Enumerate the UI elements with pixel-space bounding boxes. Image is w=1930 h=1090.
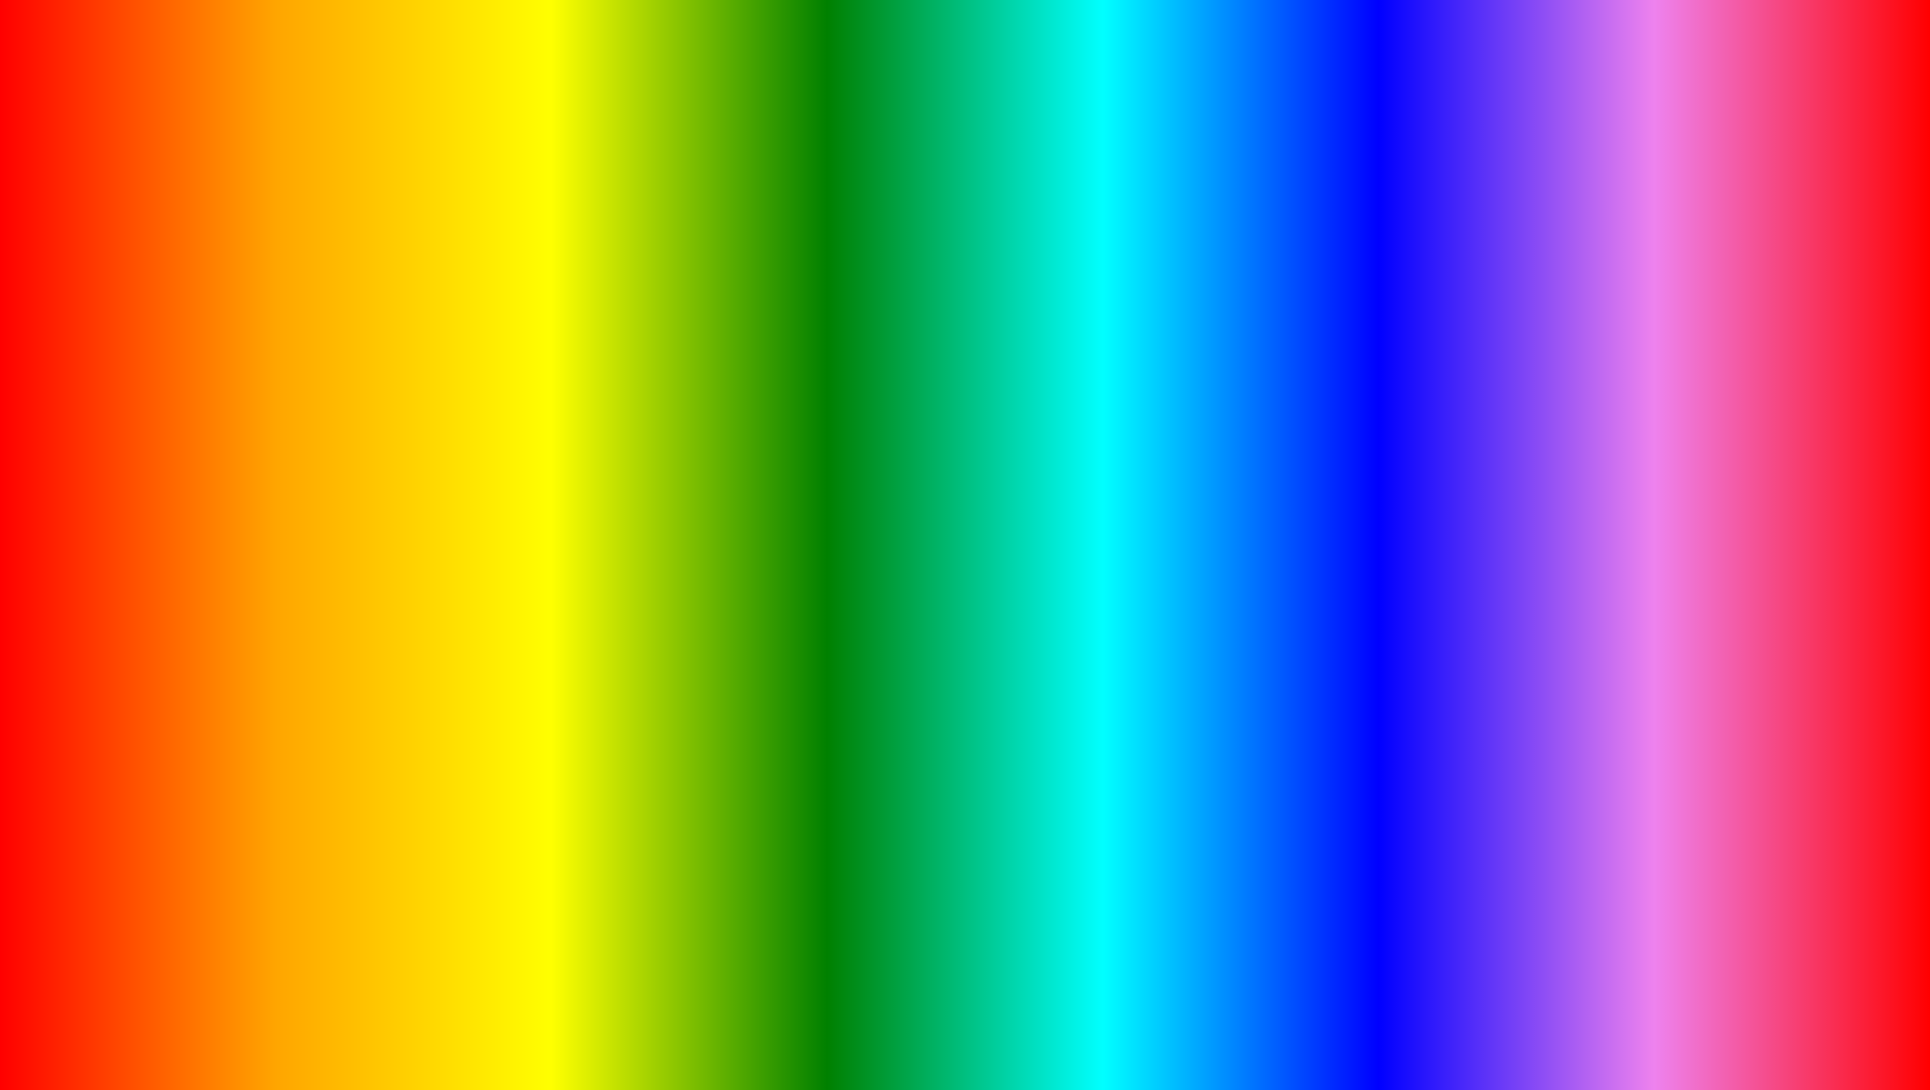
highlight-toggle-1[interactable] — [1773, 545, 1821, 569]
logo-fruits-text: FRUITS — [1662, 960, 1822, 1002]
mobile-checkmark: ✓ — [388, 438, 455, 534]
logo-corner: 💀 BL☠X FRUITS — [1662, 750, 1822, 1002]
highlight-toggle-label-1: Auto Farm Level — [1183, 548, 1300, 566]
highlight-toggle-label-2: SafeMode — [1183, 590, 1256, 608]
back-toggle-row-1: Auto Fruit Mastery — [1332, 362, 1726, 390]
back-window-title: Vector Hub | Blox Fruits | Third Sea — [1235, 304, 1438, 319]
title-fruits: FRUITS — [898, 38, 1662, 258]
back-toggle-label-1: Auto Fruit Mastery — [1338, 369, 1444, 384]
front-toggle-row-2: SafeMode — [1252, 492, 1806, 520]
back-toggle-1[interactable] — [1680, 366, 1720, 386]
android-checkmark: ✓ — [444, 534, 511, 630]
front-window-title-bar: Vector Hub | Blox Fruits | Third Sea {F1… — [1151, 397, 1813, 416]
front-toggle-label-1: Auto Farm Level — [1258, 462, 1353, 477]
logo-blox-text: BL☠X — [1662, 918, 1822, 960]
background: BLOX FRUITS MOBILE ✓ ANDROID ✓ — [8, 8, 1922, 1082]
front-panel-icon: 🔥 — [1252, 429, 1272, 449]
front-stats-btn[interactable]: Stats — [1151, 480, 1241, 506]
title-container: BLOX FRUITS — [8, 38, 1922, 258]
back-main-btn[interactable]: Main — [1231, 327, 1321, 353]
front-number-box[interactable]: 15 — [1776, 429, 1806, 449]
front-racev4-btn[interactable]: RaceV4 — [1151, 683, 1241, 709]
mobile-android-section: MOBILE ✓ ANDROID ✓ — [88, 438, 511, 630]
android-label: ANDROID ✓ — [88, 534, 511, 630]
back-window-title-bar: Vector Hub | Blox Fruits | Third Sea [F1… — [1231, 302, 1733, 321]
front-toggle-row-1: Auto Farm Level — [1252, 455, 1806, 483]
update-label: UPDATE — [135, 907, 591, 1030]
front-window-key: {F1} — [1785, 399, 1809, 414]
front-main-btn[interactable]: Main — [1151, 422, 1241, 448]
front-mirageisland-btn[interactable]: MirageIsland — [1151, 654, 1241, 680]
front-window-title: Vector Hub | Blox Fruits | Third Sea — [1155, 399, 1358, 414]
front-toggle-label-2: SafeMode — [1258, 499, 1317, 514]
bottom-text-section: UPDATE 20 SCRIPT PASTEBIN — [8, 905, 1922, 1032]
back-setting-btn[interactable]: setting — [1231, 356, 1321, 382]
script-label: SCRIPT — [783, 907, 1198, 1030]
highlight-toggle-row-2: SafeMode — [1175, 581, 1829, 617]
title-blox: BLOX — [267, 38, 858, 258]
highlight-toggle-2[interactable] — [1773, 587, 1821, 611]
back-window-key: [F1] — [1707, 304, 1729, 319]
mobile-label: MOBILE ✓ — [88, 438, 511, 534]
game-window-highlight: Auto Farm Level SafeMode — [1162, 528, 1842, 632]
front-setting-btn[interactable]: setting — [1151, 451, 1241, 477]
logo-skull-icon: 💀 — [1662, 750, 1822, 910]
front-toggle-2[interactable] — [1760, 496, 1800, 516]
back-panel-icon: ✦ — [1332, 334, 1726, 354]
update-number: 20 — [624, 907, 750, 1030]
front-toggle-1[interactable] — [1760, 459, 1800, 479]
highlight-toggle-row-1: Auto Farm Level — [1175, 539, 1829, 575]
